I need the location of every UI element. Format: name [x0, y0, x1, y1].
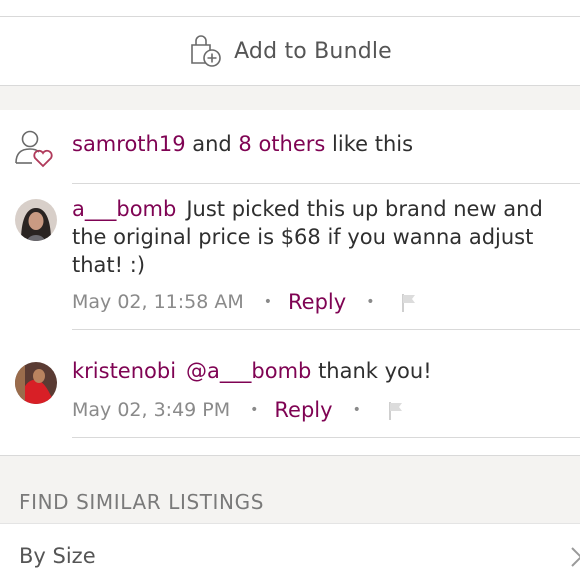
- section-title: FIND SIMILAR LISTINGS: [19, 490, 265, 514]
- flag-icon[interactable]: [385, 399, 407, 421]
- reply-button[interactable]: Reply: [288, 290, 346, 314]
- user-heart-icon: [15, 130, 53, 168]
- chevron-right-icon: [571, 547, 580, 567]
- comment-meta: May 02, 3:49 PM • Reply •: [72, 398, 407, 422]
- liker-username-link[interactable]: samroth19: [72, 132, 186, 156]
- separator-dot: •: [352, 402, 361, 418]
- comment-text-block: a___bomb Just picked this up brand new an…: [72, 195, 572, 279]
- likes-and-text: and: [185, 132, 239, 156]
- comment-timestamp: May 02, 3:49 PM: [72, 399, 231, 421]
- divider: [72, 437, 580, 438]
- similar-row-label: By Size: [19, 544, 96, 568]
- separator-dot: •: [250, 402, 259, 418]
- separator-dot: •: [366, 294, 375, 310]
- add-to-bundle-label: Add to Bundle: [234, 38, 392, 64]
- comment-item: a___bomb Just picked this up brand new an…: [0, 184, 580, 330]
- flag-icon[interactable]: [398, 291, 420, 313]
- comment-text-block: kristenobi @a___bomb thank you!: [72, 357, 572, 385]
- comment-username-link[interactable]: a___bomb: [72, 197, 176, 221]
- reply-button[interactable]: Reply: [274, 398, 332, 422]
- likes-row: samroth19 and 8 others like this: [0, 110, 580, 182]
- listing-social-section: Add to Bundle samroth19 and 8 others lik…: [0, 0, 580, 580]
- avatar[interactable]: [15, 362, 57, 404]
- find-similar-header: FIND SIMILAR LISTINGS: [0, 455, 580, 524]
- section-divider: [0, 85, 580, 111]
- bag-plus-icon: [191, 35, 221, 67]
- comment-item: kristenobi @a___bomb thank you! May 02, 3…: [0, 330, 580, 440]
- comment-text: thank you!: [311, 359, 432, 383]
- add-to-bundle-button[interactable]: Add to Bundle: [0, 17, 580, 85]
- separator-dot: •: [263, 294, 273, 310]
- comment-timestamp: May 02, 11:58 AM: [72, 291, 244, 313]
- avatar-image: [15, 362, 57, 404]
- similar-by-size-row[interactable]: By Size: [0, 523, 580, 580]
- likes-suffix-text: like this: [325, 132, 414, 156]
- avatar-image: [15, 199, 57, 241]
- top-edge: [0, 0, 580, 17]
- likes-summary: samroth19 and 8 others like this: [72, 132, 413, 156]
- comment-username-link[interactable]: kristenobi: [72, 359, 176, 383]
- likes-others-link[interactable]: 8 others: [238, 132, 325, 156]
- comment-meta: May 02, 11:58 AM • Reply •: [72, 290, 420, 314]
- avatar[interactable]: [15, 199, 57, 241]
- comment-mention-link[interactable]: @a___bomb: [186, 359, 311, 383]
